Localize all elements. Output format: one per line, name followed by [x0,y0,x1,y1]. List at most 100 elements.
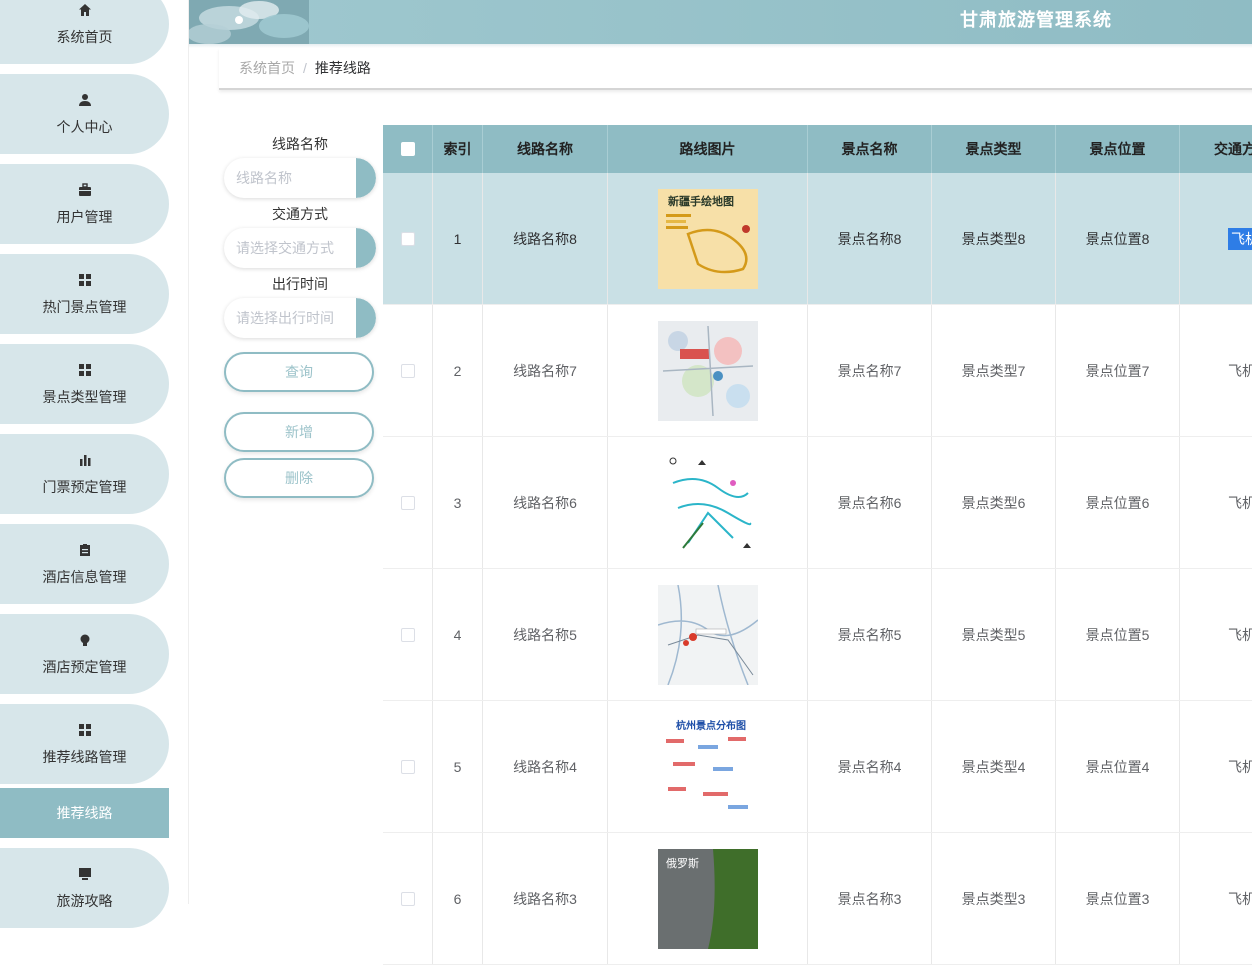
sidebar-item-label: 用户管理 [56,209,113,225]
table-row[interactable]: 3 线路名称6 景点名称6 景点类型6 景点位置6 飞机 [383,437,1252,569]
sidebar-item-travel-guide[interactable]: 旅游攻略 [0,848,169,928]
table-row[interactable]: 1 线路名称8 新疆手绘地图 景点名称8 景点类型8 景点位置8 飞机 [383,173,1252,305]
cell-spot-type: 景点类型3 [932,833,1056,964]
route-map-thumbnail[interactable]: 新疆手绘地图 [657,188,758,289]
query-button[interactable]: 查询 [224,352,374,392]
cell-index: 1 [433,173,483,304]
cell-spot-location: 景点位置4 [1056,701,1180,832]
sidebar-item-label: 热门景点管理 [42,299,127,315]
transport-text-selected: 飞机 [1228,227,1252,250]
transport-select[interactable]: 请选择交通方式 [224,228,376,268]
row-checkbox-cell[interactable] [383,701,433,832]
row-checkbox-cell[interactable] [383,569,433,700]
delete-button[interactable]: 删除 [224,458,374,498]
time-select[interactable]: 请选择出行时间 [224,298,376,338]
cell-transport: 飞机 [1180,437,1252,568]
cell-route-name: 线路名称6 [483,437,608,568]
time-label: 出行时间 [272,276,328,292]
sidebar-item-hotel-info[interactable]: 酒店信息管理 [0,524,169,604]
route-map-thumbnail[interactable]: 杭州景点分布图 [657,716,758,817]
row-checkbox[interactable] [400,891,415,906]
cell-index: 6 [433,833,483,964]
sidebar-item-tickets[interactable]: 门票预定管理 [0,434,169,514]
route-map-thumbnail[interactable] [657,320,758,421]
cell-spot-location: 景点位置6 [1056,437,1180,568]
grid-icon [78,361,92,379]
cell-spot-name: 景点名称4 [808,701,932,832]
row-checkbox[interactable] [400,627,415,642]
cell-spot-type: 景点类型5 [932,569,1056,700]
briefcase-icon [78,181,92,199]
route-name-placeholder: 线路名称 [236,170,292,186]
sidebar-item-hotel-booking[interactable]: 酒店预定管理 [0,614,169,694]
clipboard-icon [78,541,92,559]
sidebar-item-label: 景点类型管理 [42,389,127,405]
select-accent [356,228,376,268]
sidebar: 系统首页 个人中心 用户管理 热门景点管理 景点类型管理 门票预定管理 酒店信息… [0,0,189,928]
cell-route-image: 新疆手绘地图 [608,173,808,304]
header-index: 索引 [433,125,483,173]
row-checkbox[interactable] [400,759,415,774]
cell-index: 5 [433,701,483,832]
row-checkbox[interactable] [400,231,415,246]
row-checkbox-cell[interactable] [383,173,433,304]
breadcrumb-home-link[interactable]: 系统首页 [239,58,295,78]
route-map-thumbnail[interactable] [657,584,758,685]
row-checkbox-cell[interactable] [383,437,433,568]
table-row[interactable]: 6 线路名称3 俄罗斯 景点名称3 景点类型3 景点位置3 飞机 [383,833,1252,965]
cell-spot-name: 景点名称5 [808,569,932,700]
sidebar-item-spot-types[interactable]: 景点类型管理 [0,344,169,424]
add-button[interactable]: 新增 [224,412,374,452]
sidebar-item-label: 旅游攻略 [56,893,113,909]
sidebar-item-home[interactable]: 系统首页 [0,0,169,64]
row-checkbox-cell[interactable] [383,833,433,964]
home-icon [78,1,92,19]
routes-table: 索引 线路名称 路线图片 景点名称 景点类型 景点位置 交通方 1 线路名称8 … [383,125,1252,965]
cell-transport: 飞机 [1180,833,1252,964]
cell-route-image: 俄罗斯 [608,833,808,964]
sidebar-item-label: 推荐线路管理 [42,749,127,765]
cell-spot-name: 景点名称8 [808,173,932,304]
row-checkbox[interactable] [400,363,415,378]
cell-route-image [608,569,808,700]
row-checkbox[interactable] [400,495,415,510]
cell-transport: 飞机 [1180,701,1252,832]
input-accent [356,158,376,198]
route-map-thumbnail[interactable] [657,452,758,553]
thumbnail-title: 新疆手绘地图 [668,194,734,208]
cell-route-name: 线路名称8 [483,173,608,304]
cell-spot-location: 景点位置5 [1056,569,1180,700]
breadcrumb-separator: / [303,60,307,76]
cell-spot-type: 景点类型7 [932,305,1056,436]
route-map-thumbnail[interactable]: 俄罗斯 [657,848,758,949]
route-name-input[interactable]: 线路名称 [224,158,376,198]
transport-placeholder: 请选择交通方式 [236,240,334,256]
sidebar-item-route-mgmt[interactable]: 推荐线路管理 [0,704,169,784]
transport-label: 交通方式 [272,206,328,222]
cell-spot-location: 景点位置7 [1056,305,1180,436]
table-row[interactable]: 2 线路名称7 景点名称7 景点类型7 景点位置7 飞机 [383,305,1252,437]
route-name-label: 线路名称 [272,136,328,152]
filter-panel: 线路名称 线路名称 交通方式 请选择交通方式 出行时间 请选择出行时间 查询 新… [224,130,376,498]
cell-route-name: 线路名称7 [483,305,608,436]
table-row[interactable]: 5 线路名称4 杭州景点分布图 景点名称4 景点类型4 景点位置4 飞机 [383,701,1252,833]
monitor-icon [78,865,92,883]
breadcrumb: 系统首页 / 推荐线路 [219,48,1252,90]
cell-spot-location: 景点位置8 [1056,173,1180,304]
row-checkbox-cell[interactable] [383,305,433,436]
sidebar-item-profile[interactable]: 个人中心 [0,74,169,154]
sidebar-item-label: 酒店信息管理 [42,569,127,585]
sidebar-item-users[interactable]: 用户管理 [0,164,169,244]
cell-transport: 飞机 [1180,305,1252,436]
cell-route-name: 线路名称4 [483,701,608,832]
sidebar-item-hot-spots[interactable]: 热门景点管理 [0,254,169,334]
cell-index: 3 [433,437,483,568]
sidebar-subitem-recommended-routes[interactable]: 推荐线路 [0,788,169,838]
table-row[interactable]: 4 线路名称5 景点名称5 景点类型5 景点位置5 飞机 [383,569,1252,701]
header-spot-type: 景点类型 [932,125,1056,173]
cell-spot-type: 景点类型8 [932,173,1056,304]
select-all-checkbox[interactable] [383,125,433,173]
header-spot-location: 景点位置 [1056,125,1180,173]
checkbox[interactable] [400,142,415,156]
cell-route-image: 杭州景点分布图 [608,701,808,832]
